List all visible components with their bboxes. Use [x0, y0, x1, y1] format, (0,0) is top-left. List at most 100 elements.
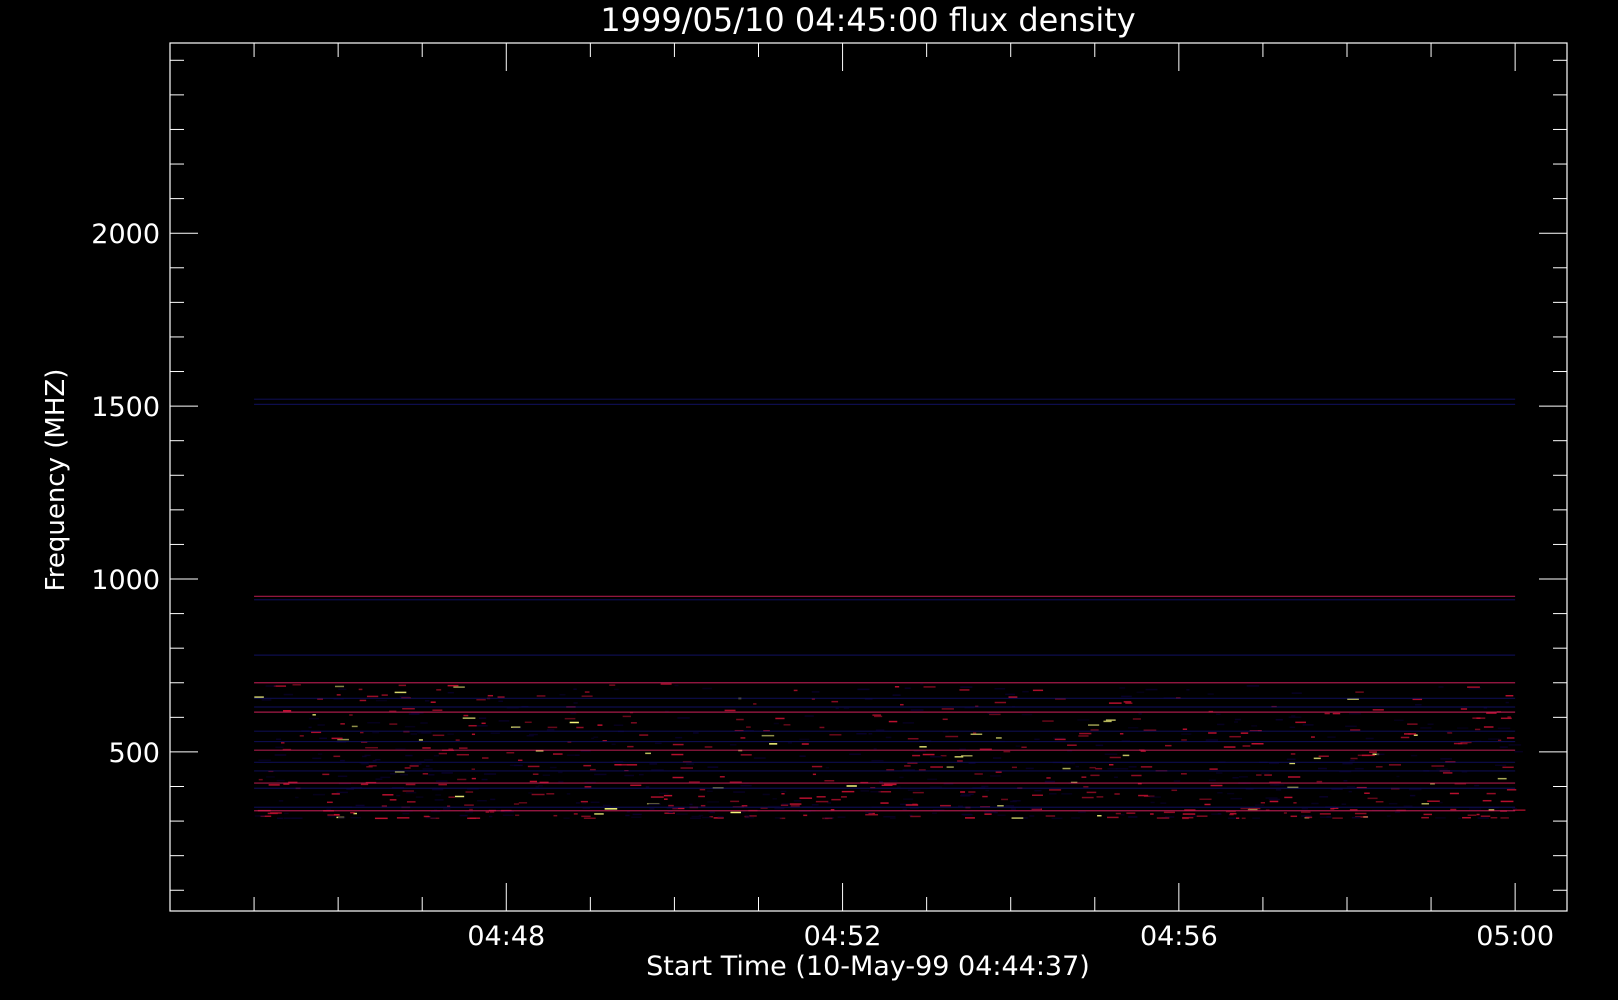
rfi-speckle — [622, 715, 632, 718]
rfi-speckle — [338, 816, 346, 819]
rfi-speckle — [1318, 755, 1329, 757]
rfi-speckle — [746, 726, 751, 728]
rfi-speckle — [454, 795, 465, 798]
rfi-speckle — [1506, 737, 1515, 739]
rfi-speckle — [441, 772, 453, 774]
rfi-speckle — [278, 800, 284, 802]
rfi-speckle — [276, 817, 283, 820]
rfi-speckle — [774, 817, 782, 819]
rfi-speckle — [549, 766, 557, 769]
rfi-speckle — [923, 686, 936, 688]
rfi-speckle — [355, 804, 365, 807]
rfi-speckle — [498, 700, 503, 702]
rfi-speckle — [1499, 746, 1508, 748]
rfi-speckle — [1367, 797, 1378, 800]
rfi-speckle — [1449, 792, 1459, 795]
rfi-speckle — [1284, 796, 1293, 799]
rfi-speckle — [1114, 776, 1118, 779]
rfi-speckle — [1317, 767, 1327, 770]
rfi-speckle — [669, 811, 674, 814]
rfi-speckle — [309, 717, 320, 720]
rfi-speckle — [1232, 776, 1239, 779]
rfi-speckle — [465, 791, 474, 793]
rfi-speckle — [498, 720, 510, 722]
rfi-speckle — [1126, 812, 1136, 814]
rfi-speckle — [825, 766, 830, 769]
rfi-speckle — [1345, 725, 1357, 728]
rfi-speckle — [1086, 791, 1097, 794]
rfi-speckle — [1011, 808, 1016, 810]
rfi-speckle — [787, 742, 793, 744]
rfi-speckle — [1431, 765, 1445, 767]
rfi-speckle — [1482, 799, 1492, 802]
rfi-speckle — [1051, 817, 1063, 820]
rfi-speckle — [1290, 753, 1296, 755]
rfi-speckle — [453, 686, 465, 688]
rfi-speckle — [1163, 811, 1175, 814]
rfi-speckle — [438, 752, 448, 755]
rfi-speckle — [1319, 813, 1331, 815]
rfi-speckle — [1045, 815, 1056, 817]
rfi-speckle — [775, 717, 785, 720]
rfi-speckle — [1199, 798, 1212, 801]
rfi-speckle — [1349, 712, 1361, 715]
rfi-speckle — [1376, 753, 1385, 756]
rfi-speckle — [396, 817, 410, 819]
rfi-speckle — [920, 683, 924, 685]
rfi-speckle — [537, 785, 543, 787]
rfi-speckle — [1046, 777, 1051, 779]
rfi-speckle — [573, 702, 578, 704]
rfi-speckle — [312, 793, 326, 796]
rfi-speckle — [1054, 738, 1066, 741]
rfi-speckle — [481, 778, 488, 781]
rfi-speckle — [790, 805, 800, 807]
rfi-speckle — [1181, 733, 1192, 735]
rfi-speckle — [334, 685, 345, 688]
rfi-speckle — [824, 817, 833, 820]
rfi-speckle — [1500, 717, 1512, 720]
rfi-speckle — [841, 790, 855, 793]
rfi-speckle — [700, 804, 706, 807]
rfi-speckle — [483, 773, 497, 775]
rfi-speckle — [724, 709, 736, 712]
rfi-speckle — [389, 799, 397, 801]
rfi-speckle — [258, 759, 271, 761]
rfi-speckle — [365, 746, 378, 749]
rfi-speckle — [649, 808, 655, 810]
rfi-speckle — [1404, 733, 1417, 735]
rfi-speckle — [985, 789, 990, 792]
rfi-speckle — [1165, 744, 1172, 747]
rfi-speckle — [274, 754, 287, 756]
rfi-speckle — [1075, 765, 1080, 768]
rfi-speckle — [717, 816, 724, 818]
rfi-speckle — [907, 737, 919, 740]
rfi-speckle — [583, 764, 592, 767]
rfi-speckle — [994, 811, 998, 814]
rfi-speckle — [624, 774, 635, 777]
rfi-speckle — [894, 686, 900, 688]
rfi-speckle — [584, 786, 592, 788]
rfi-speckle — [772, 798, 777, 800]
rfi-speckle — [1078, 735, 1089, 737]
rfi-speckle — [404, 725, 416, 728]
rfi-speckle — [1083, 786, 1089, 788]
rfi-speckle — [1115, 767, 1129, 770]
rfi-speckle — [1061, 793, 1073, 795]
rfi-speckle — [1128, 816, 1138, 818]
rfi-speckle — [912, 791, 924, 794]
rfi-speckle — [654, 742, 662, 745]
rfi-speckle — [1408, 788, 1422, 791]
rfi-speckle — [888, 720, 898, 723]
rfi-speckle — [929, 786, 943, 788]
rfi-speckle — [749, 815, 757, 817]
rfi-speckle — [418, 739, 423, 741]
rfi-speckle — [569, 721, 579, 724]
rfi-speckle — [1182, 816, 1194, 819]
rfi-speckle — [884, 783, 897, 786]
rfi-speckle — [1230, 797, 1242, 800]
rfi-speckle — [1332, 712, 1341, 715]
rfi-speckle — [1375, 801, 1384, 803]
rfi-speckle — [485, 811, 490, 813]
rfi-speckle — [1354, 767, 1364, 770]
rfi-speckle — [736, 718, 744, 721]
